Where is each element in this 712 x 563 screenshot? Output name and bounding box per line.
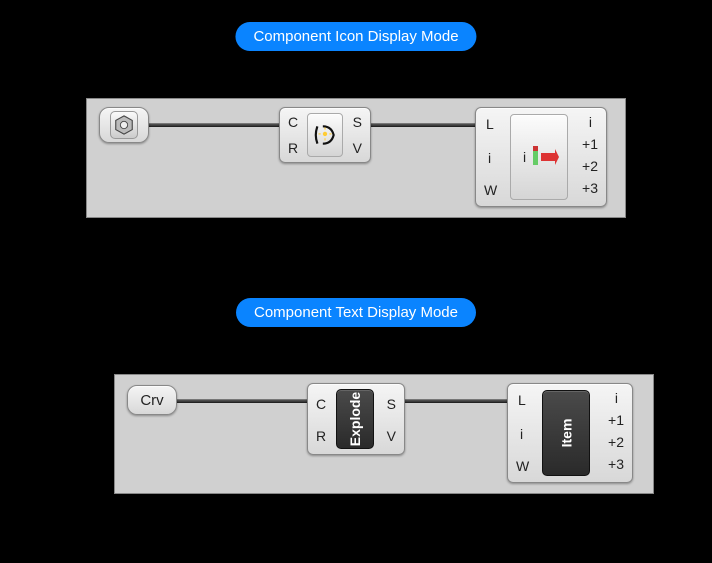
- port-in-c[interactable]: C: [316, 396, 326, 412]
- list-item-component-text[interactable]: L i W i +1 +2 +3 Item: [507, 383, 633, 483]
- port-out-plus1[interactable]: +1: [582, 136, 598, 152]
- curve-param-label: Crv: [140, 392, 163, 409]
- port-in-w[interactable]: W: [516, 458, 529, 474]
- port-out-plus2[interactable]: +2: [582, 158, 598, 174]
- port-out-plus1[interactable]: +1: [608, 412, 624, 428]
- port-out-v[interactable]: V: [353, 140, 362, 156]
- port-in-r[interactable]: R: [288, 140, 298, 156]
- wire: [367, 123, 477, 127]
- explode-component[interactable]: C R S V: [279, 107, 371, 163]
- hex-nut-icon: [110, 111, 138, 139]
- wire: [403, 399, 509, 403]
- port-out-v[interactable]: V: [387, 428, 396, 444]
- port-in-i[interactable]: i: [520, 426, 523, 442]
- explode-name-box: Explode: [336, 389, 374, 449]
- port-in-c[interactable]: C: [288, 114, 298, 130]
- port-out-s[interactable]: S: [387, 396, 396, 412]
- list-item-label: Item: [558, 419, 574, 448]
- port-in-w[interactable]: W: [484, 182, 497, 198]
- explode-component-text[interactable]: C R S V Explode: [307, 383, 405, 455]
- explode-label: Explode: [347, 392, 363, 446]
- port-out-s[interactable]: S: [353, 114, 362, 130]
- explode-icon: [312, 122, 338, 148]
- canvas-icon-mode: C R S V L i W i +1 +2 +3 i: [86, 98, 626, 218]
- badge-text-mode: Component Text Display Mode: [236, 298, 476, 327]
- port-out-i[interactable]: i: [589, 114, 592, 130]
- port-out-plus3[interactable]: +3: [582, 180, 598, 196]
- curve-param-text[interactable]: Crv: [127, 385, 177, 415]
- port-out-plus2[interactable]: +2: [608, 434, 624, 450]
- port-in-l[interactable]: L: [486, 116, 494, 132]
- svg-text:i: i: [523, 149, 526, 165]
- port-in-l[interactable]: L: [518, 392, 526, 408]
- canvas-text-mode: Crv C R S V Explode L i W i +1 +2 +3 Ite…: [114, 374, 654, 494]
- list-item-component[interactable]: L i W i +1 +2 +3 i: [475, 107, 607, 207]
- wire: [175, 399, 310, 403]
- badge-icon-mode: Component Icon Display Mode: [235, 22, 476, 51]
- port-in-i[interactable]: i: [488, 150, 491, 166]
- port-out-i[interactable]: i: [615, 390, 618, 406]
- list-item-icon: i: [519, 143, 559, 171]
- explode-icon-box: [307, 113, 343, 157]
- wire: [147, 123, 282, 127]
- list-item-icon-box: i: [510, 114, 568, 200]
- curve-param[interactable]: [99, 107, 149, 143]
- list-item-name-box: Item: [542, 390, 590, 476]
- port-out-plus3[interactable]: +3: [608, 456, 624, 472]
- port-in-r[interactable]: R: [316, 428, 326, 444]
